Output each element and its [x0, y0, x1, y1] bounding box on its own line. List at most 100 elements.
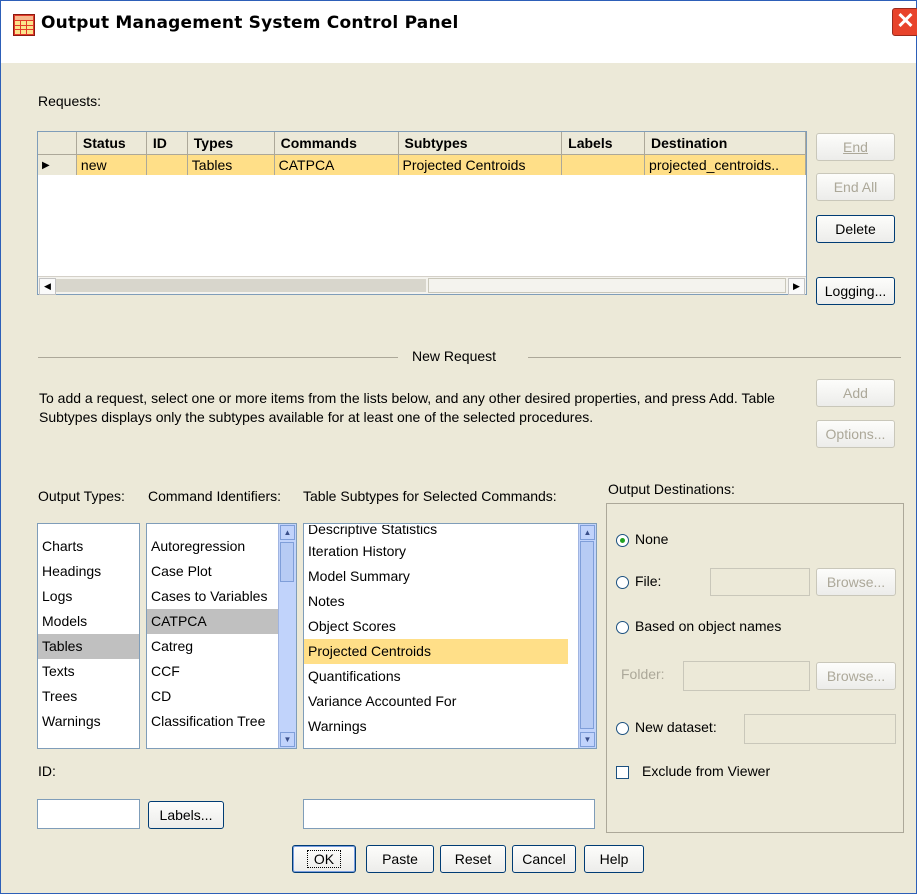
scroll-up-icon[interactable]: ▲: [580, 525, 595, 540]
scroll-left-icon[interactable]: ◀: [39, 278, 56, 295]
id-input[interactable]: [37, 799, 140, 829]
instructions-text: To add a request, select one or more ite…: [39, 390, 775, 425]
column-header-commands[interactable]: Commands: [274, 132, 399, 155]
command-identifiers-list[interactable]: Autoregression Case Plot Cases to Variab…: [146, 523, 297, 749]
scroll-down-icon[interactable]: ▼: [580, 732, 595, 747]
cell-id[interactable]: [146, 154, 188, 175]
scroll-right-icon[interactable]: ▶: [788, 278, 805, 295]
table-row[interactable]: ▶ new Tables CATPCA Projected Centroids …: [38, 154, 806, 175]
cell-labels[interactable]: [561, 154, 646, 175]
close-button[interactable]: ✕: [892, 8, 917, 36]
scroll-thumb[interactable]: [280, 542, 294, 582]
list-item[interactable]: Warnings: [38, 709, 139, 734]
column-header-status[interactable]: Status: [76, 132, 147, 155]
separator-right: [528, 357, 901, 358]
subtype-filter-input[interactable]: [303, 799, 595, 829]
row-selector-header: [38, 132, 77, 155]
radio-new-dataset[interactable]: [616, 722, 629, 735]
list-item[interactable]: Models: [38, 609, 139, 634]
browse-file-button[interactable]: Browse...: [816, 568, 896, 596]
list-item[interactable]: CD: [147, 684, 278, 709]
list-item[interactable]: Case Plot: [147, 559, 278, 584]
add-button[interactable]: Add: [816, 379, 895, 407]
list-item[interactable]: Classification Tree: [147, 709, 278, 734]
table-subtypes-scrollbar[interactable]: ▲ ▼: [578, 524, 596, 748]
list-item[interactable]: Trees: [38, 684, 139, 709]
list-item-selected[interactable]: Projected Centroids: [304, 639, 568, 664]
list-item[interactable]: Headings: [38, 559, 139, 584]
table-subtypes-list[interactable]: Descriptive Statistics Iteration History…: [303, 523, 597, 749]
dialog-client: Requests: Status ID Types Commands Subty…: [1, 63, 916, 893]
list-item[interactable]: Variance Accounted For: [304, 689, 596, 714]
end-all-button[interactable]: End All: [816, 173, 895, 201]
list-item[interactable]: Quantifications: [304, 664, 596, 689]
title-bar[interactable]: Output Management System Control Panel ✕: [1, 1, 917, 63]
browse-folder-button[interactable]: Browse...: [816, 662, 896, 690]
requests-grid[interactable]: Status ID Types Commands Subtypes Labels…: [37, 131, 807, 295]
list-item[interactable]: Iteration History: [304, 539, 596, 564]
scroll-thumb[interactable]: [580, 541, 594, 729]
cell-status[interactable]: new: [76, 154, 147, 175]
delete-button[interactable]: Delete: [816, 215, 895, 243]
radio-none[interactable]: [616, 534, 629, 547]
list-item[interactable]: Warnings: [304, 714, 596, 739]
list-item[interactable]: Logs: [38, 584, 139, 609]
separator-left: [38, 357, 398, 358]
requests-label: Requests:: [38, 93, 102, 109]
radio-based-on-object-names[interactable]: [616, 621, 629, 634]
labels-button[interactable]: Labels...: [148, 801, 224, 829]
list-item-selected[interactable]: CATPCA: [147, 609, 278, 634]
scroll-thumb[interactable]: [428, 278, 786, 293]
list-item[interactable]: Catreg: [147, 634, 278, 659]
list-item-selected[interactable]: Tables: [38, 634, 139, 659]
column-header-subtypes[interactable]: Subtypes: [398, 132, 563, 155]
reset-button[interactable]: Reset: [440, 845, 506, 873]
column-header-destination[interactable]: Destination: [644, 132, 806, 155]
cell-subtypes[interactable]: Projected Centroids: [398, 154, 563, 175]
list-item[interactable]: CCF: [147, 659, 278, 684]
list-item[interactable]: Model Summary: [304, 564, 596, 589]
radio-new-dataset-label[interactable]: New dataset:: [635, 719, 717, 735]
list-item[interactable]: Charts: [38, 534, 139, 559]
paste-button[interactable]: Paste: [366, 845, 434, 873]
list-item[interactable]: Texts: [38, 659, 139, 684]
radio-file-label[interactable]: File:: [635, 573, 661, 589]
logging-button[interactable]: Logging...: [816, 277, 895, 305]
column-header-labels[interactable]: Labels: [561, 132, 646, 155]
cancel-button[interactable]: Cancel: [512, 845, 576, 873]
output-types-list[interactable]: Charts Headings Logs Models Tables Texts…: [37, 523, 140, 749]
radio-based-on-object-names-label[interactable]: Based on object names: [635, 618, 781, 634]
command-identifiers-scrollbar[interactable]: ▲ ▼: [278, 524, 296, 748]
id-label: ID:: [38, 763, 56, 779]
table-subtypes-label: Table Subtypes for Selected Commands:: [303, 488, 557, 504]
list-item[interactable]: Notes: [304, 589, 596, 614]
cell-types[interactable]: Tables: [187, 154, 275, 175]
radio-file[interactable]: [616, 576, 629, 589]
end-button[interactable]: End: [816, 133, 895, 161]
output-destinations-group: None File: Browse... Based on object nam…: [606, 503, 904, 833]
list-item[interactable]: Object Scores: [304, 614, 596, 639]
exclude-from-viewer-checkbox[interactable]: [616, 766, 629, 779]
radio-none-label[interactable]: None: [635, 531, 668, 547]
file-path-field[interactable]: [710, 568, 810, 596]
exclude-from-viewer-label[interactable]: Exclude from Viewer: [642, 763, 770, 779]
new-dataset-field[interactable]: [744, 714, 896, 744]
column-header-types[interactable]: Types: [187, 132, 275, 155]
column-header-id[interactable]: ID: [146, 132, 188, 155]
output-types-label: Output Types:: [38, 488, 125, 504]
cell-destination[interactable]: projected_centroids..: [644, 154, 806, 175]
list-item[interactable]: Cases to Variables: [147, 584, 278, 609]
options-button[interactable]: Options...: [816, 420, 895, 448]
scroll-up-icon[interactable]: ▲: [280, 525, 295, 540]
folder-path-field[interactable]: [683, 661, 810, 691]
list-item[interactable]: Descriptive Statistics: [304, 525, 596, 539]
help-button[interactable]: Help: [584, 845, 644, 873]
scroll-track-left[interactable]: [56, 279, 426, 292]
list-item[interactable]: Autoregression: [147, 534, 278, 559]
cell-commands[interactable]: CATPCA: [274, 154, 399, 175]
scroll-down-icon[interactable]: ▼: [280, 732, 295, 747]
requests-horizontal-scrollbar[interactable]: ◀ ▶: [38, 276, 806, 295]
ok-button[interactable]: OK: [292, 845, 356, 873]
row-marker-icon: ▶: [38, 154, 77, 175]
folder-label: Folder:: [621, 666, 665, 682]
